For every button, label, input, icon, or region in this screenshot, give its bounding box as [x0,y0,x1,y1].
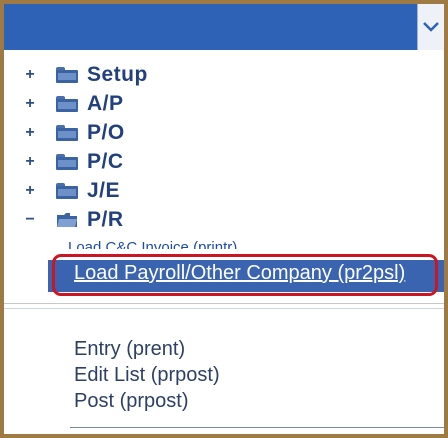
tree-item-pr[interactable]: − P/R [24,207,124,233]
expand-icon[interactable]: + [24,154,36,170]
folder-icon [56,154,78,170]
expand-icon[interactable]: + [24,125,36,141]
folder-icon [56,67,78,83]
divider [70,427,444,428]
tree-item-label: Setup [87,63,148,86]
folder-icon [56,125,78,141]
tree-item-setup[interactable]: + Setup [24,62,148,88]
expand-icon[interactable]: + [24,183,36,199]
tree-item-ap[interactable]: + A/P [24,91,124,117]
open-folder-icon [56,212,78,228]
expand-icon[interactable]: + [24,96,36,112]
collapse-button[interactable] [417,4,444,50]
tree-item-je[interactable]: + J/E [24,178,120,204]
panel-separator [4,303,444,344]
menu-item-post[interactable]: Post (prpost) [74,390,188,413]
tree-item-label: P/C [87,150,124,173]
callout-outline [52,254,438,296]
expand-icon[interactable]: + [24,67,36,83]
tree-item-label: P/O [87,121,125,144]
collapse-icon[interactable]: − [24,212,36,228]
app-window: + Setup + A/P + P/O + P/C + J/E − P/R Lo… [0,0,448,438]
menu-item-entry[interactable]: Entry (prent) [74,338,185,361]
tree-subitem-load-cc-invoice[interactable]: Load C&C Invoice (printr) [68,239,237,249]
tree-item-label: P/R [87,208,124,231]
divider [4,308,444,309]
tree-item-label: A/P [87,92,124,115]
title-bar [4,4,444,50]
menu-item-edit-list[interactable]: Edit List (prpost) [74,364,220,387]
folder-icon [56,183,78,199]
chevron-down-icon [423,22,439,32]
folder-icon [56,96,78,112]
tree-item-po[interactable]: + P/O [24,120,125,146]
tree-item-label: J/E [87,179,121,202]
tree-item-pc[interactable]: + P/C [24,149,124,175]
